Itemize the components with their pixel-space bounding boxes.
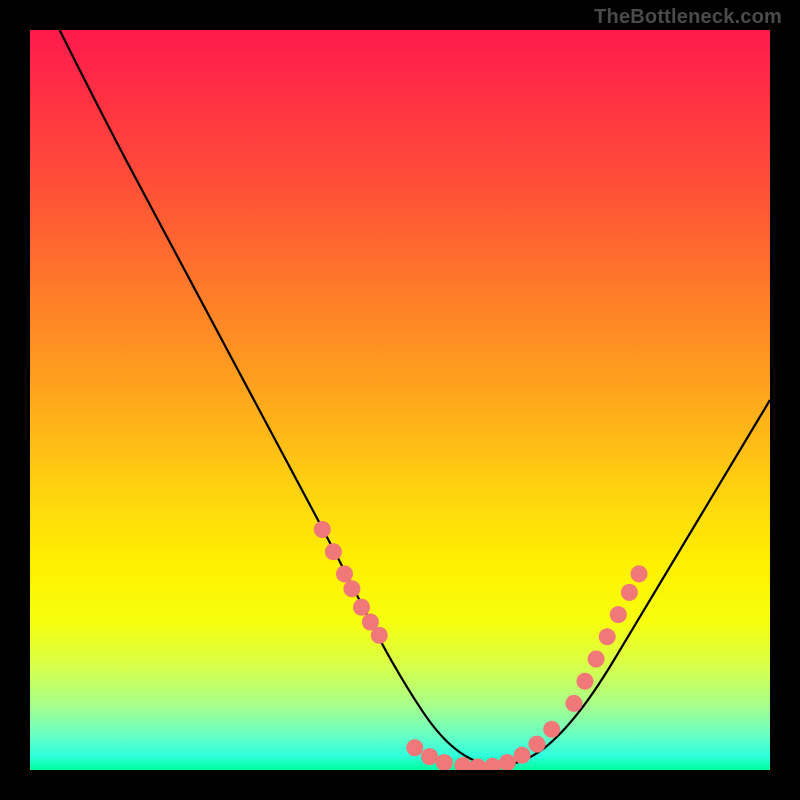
curve-marker-dot (599, 628, 616, 645)
curve-marker-dot (621, 584, 638, 601)
curve-marker-dot (543, 721, 560, 738)
curve-marker-dot (610, 606, 627, 623)
curve-marker-dot (343, 580, 360, 597)
curve-marker-dot (353, 599, 370, 616)
curve-marker-dot (565, 695, 582, 712)
curve-markers (314, 521, 648, 770)
curve-marker-dot (436, 754, 453, 770)
curve-marker-dot (588, 651, 605, 668)
watermark-text: TheBottleneck.com (594, 6, 782, 29)
chart-svg (30, 30, 770, 770)
curve-marker-dot (528, 736, 545, 753)
curve-marker-dot (484, 758, 501, 770)
bottleneck-curve (60, 30, 770, 765)
curve-marker-dot (577, 673, 594, 690)
curve-marker-dot (631, 565, 648, 582)
curve-marker-dot (314, 521, 331, 538)
plot-area (30, 30, 770, 770)
curve-marker-dot (406, 739, 423, 756)
curve-marker-dot (336, 565, 353, 582)
curve-marker-dot (499, 754, 516, 770)
curve-marker-dot (371, 627, 388, 644)
curve-marker-dot (325, 543, 342, 560)
curve-marker-dot (514, 747, 531, 764)
curve-marker-dot (421, 748, 438, 765)
